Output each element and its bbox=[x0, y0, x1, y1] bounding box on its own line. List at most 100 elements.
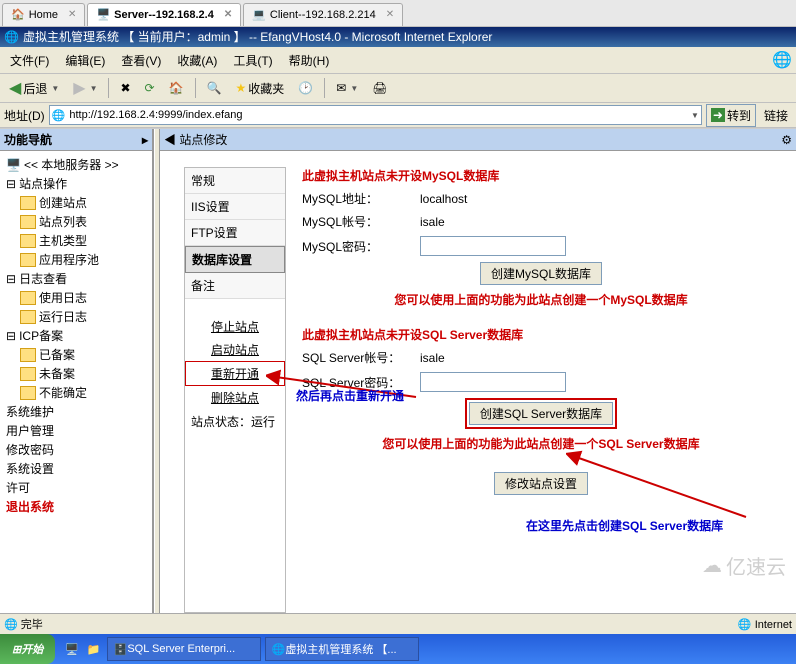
cloud-icon: ☁ bbox=[702, 553, 722, 578]
start-button[interactable]: ⊞ 开始 bbox=[0, 634, 55, 664]
refresh-button[interactable]: ⟳ bbox=[140, 78, 160, 98]
quicklaunch-icon[interactable]: 📁 bbox=[83, 643, 105, 656]
menu-tools[interactable]: 工具(T) bbox=[227, 50, 278, 71]
action-reopen-site[interactable]: 重新开通 bbox=[185, 361, 285, 386]
task-vhost[interactable]: 🌐 虚拟主机管理系统 【... bbox=[265, 637, 419, 661]
links-label[interactable]: 链接 bbox=[760, 107, 792, 124]
tree-sys-maint[interactable]: 系统维护 bbox=[2, 402, 150, 421]
tree-label: 主机类型 bbox=[39, 232, 87, 249]
home-button[interactable]: 🏠 bbox=[164, 78, 189, 98]
quicklaunch-icon[interactable]: 🖥️ bbox=[61, 643, 83, 656]
address-label: 地址(D) bbox=[4, 107, 45, 124]
forward-button[interactable]: ▶ ▼ bbox=[68, 75, 102, 101]
close-icon[interactable]: ✕ bbox=[386, 4, 394, 26]
mysql-addr-label: MySQL地址： bbox=[302, 190, 412, 207]
tree-server[interactable]: 🖥️ << 本地服务器 >> bbox=[2, 155, 150, 174]
chevron-right-icon[interactable]: ▸ bbox=[142, 133, 148, 147]
tab-ftp[interactable]: FTP设置 bbox=[185, 220, 285, 246]
print-button[interactable]: 🖨 bbox=[367, 78, 392, 98]
tree-site-list[interactable]: 站点列表 bbox=[16, 212, 150, 231]
tree-change-pwd[interactable]: 修改密码 bbox=[2, 440, 150, 459]
row-mysql-acct: MySQL帐号： isale bbox=[302, 213, 780, 230]
tree-label: ICP备案 bbox=[19, 327, 63, 344]
left-panel: 常规 IIS设置 FTP设置 数据库设置 备注 停止站点 启动站点 重新开通 删… bbox=[184, 167, 286, 613]
tree-icp[interactable]: ⊟ ICP备案 bbox=[2, 326, 150, 345]
history-button[interactable]: 🕑 bbox=[293, 78, 318, 98]
task-label: SQL Server Enterpri... bbox=[127, 643, 235, 655]
close-icon[interactable]: ✕ bbox=[224, 4, 232, 26]
tree-icp-done[interactable]: 已备案 bbox=[16, 345, 150, 364]
go-button[interactable]: ➜ 转到 bbox=[706, 104, 756, 127]
tree-label: 创建站点 bbox=[39, 194, 87, 211]
save-site-button[interactable]: 修改站点设置 bbox=[494, 472, 588, 495]
chevron-down-icon[interactable]: ▼ bbox=[51, 84, 59, 93]
action-stop-site[interactable]: 停止站点 bbox=[185, 315, 285, 338]
internet-zone-icon: 🌐 bbox=[738, 619, 752, 631]
chevron-down-icon[interactable]: ▼ bbox=[90, 84, 98, 93]
tree-label: 站点操作 bbox=[19, 175, 67, 192]
chevron-down-icon[interactable]: ▼ bbox=[691, 111, 699, 120]
search-button[interactable]: 🔍 bbox=[202, 78, 227, 98]
start-label: 开始 bbox=[21, 641, 43, 657]
ie-logo-icon: 🌐 bbox=[772, 50, 792, 70]
stop-button[interactable]: ✖ bbox=[115, 78, 135, 98]
address-input[interactable]: 🌐 http://192.168.2.4:9999/index.efang ▼ bbox=[49, 105, 702, 125]
create-mysql-button[interactable]: 创建MySQL数据库 bbox=[480, 262, 602, 285]
mail-button[interactable]: ✉▼ bbox=[331, 78, 363, 98]
tree-use-log[interactable]: 使用日志 bbox=[16, 288, 150, 307]
tree-label: 已备案 bbox=[39, 346, 75, 363]
action-start-site[interactable]: 启动站点 bbox=[185, 338, 285, 361]
main-header: ◀ 站点修改 ⚙ bbox=[160, 129, 796, 151]
favorites-button[interactable]: ★ 收藏夹 bbox=[231, 77, 290, 100]
back-button[interactable]: ◀ 后退 ▼ bbox=[4, 75, 64, 101]
gear-icon[interactable]: ⚙ bbox=[781, 133, 792, 147]
tab-notes[interactable]: 备注 bbox=[185, 273, 285, 299]
tab-client[interactable]: 💻 Client--192.168.2.214 ✕ bbox=[243, 3, 403, 26]
tree-create-site[interactable]: 创建站点 bbox=[16, 193, 150, 212]
tree-run-log[interactable]: 运行日志 bbox=[16, 307, 150, 326]
tree-user-mgmt[interactable]: 用户管理 bbox=[2, 421, 150, 440]
tab-general[interactable]: 常规 bbox=[185, 168, 285, 194]
menu-file[interactable]: 文件(F) bbox=[4, 50, 55, 71]
task-label: 虚拟主机管理系统 【... bbox=[285, 641, 396, 657]
row-mysql-create: 创建MySQL数据库 bbox=[302, 262, 780, 285]
task-sql-server[interactable]: 🗄️ SQL Server Enterpri... bbox=[107, 637, 261, 661]
star-icon: ★ bbox=[236, 81, 247, 95]
tree-icp-undone[interactable]: 未备案 bbox=[16, 364, 150, 383]
search-icon: 🔍 bbox=[207, 81, 222, 95]
row-mssql-acct: SQL Server帐号： isale bbox=[302, 349, 780, 366]
mssql-pwd-input[interactable] bbox=[420, 372, 566, 392]
tree-site-ops[interactable]: ⊟ 站点操作 bbox=[2, 174, 150, 193]
tab-server[interactable]: 🖥️ Server--192.168.2.4 ✕ bbox=[87, 3, 241, 26]
nav-header: 功能导航 ▸ bbox=[0, 129, 152, 151]
tree-exit[interactable]: 退出系统 bbox=[2, 497, 150, 516]
menu-view[interactable]: 查看(V) bbox=[115, 50, 167, 71]
watermark: ☁ 亿速云 bbox=[702, 551, 786, 580]
tree-label: 应用程序池 bbox=[39, 251, 99, 268]
close-icon[interactable]: ✕ bbox=[68, 4, 76, 26]
tree-host-types[interactable]: 主机类型 bbox=[16, 231, 150, 250]
tab-db[interactable]: 数据库设置 bbox=[185, 246, 285, 273]
menu-help[interactable]: 帮助(H) bbox=[283, 50, 336, 71]
tree-label: << 本地服务器 >> bbox=[24, 156, 119, 173]
tab-home[interactable]: 🏠 Home ✕ bbox=[2, 3, 85, 26]
chevron-down-icon[interactable]: ▼ bbox=[350, 84, 358, 93]
create-mssql-button[interactable]: 创建SQL Server数据库 bbox=[469, 402, 613, 425]
status-value: 运行 bbox=[251, 415, 275, 429]
tree-log-view[interactable]: ⊟ 日志查看 bbox=[2, 269, 150, 288]
ie-icon: 🌐 bbox=[4, 27, 19, 47]
tree-permit[interactable]: 许可 bbox=[2, 478, 150, 497]
tree-icp-unknown[interactable]: 不能确定 bbox=[16, 383, 150, 402]
menu-favorites[interactable]: 收藏(A) bbox=[171, 50, 223, 71]
window-title: 虚拟主机管理系统 【 当前用户：admin 】 -- EfangVHost4.0… bbox=[23, 27, 492, 47]
action-delete-site[interactable]: 删除站点 bbox=[185, 386, 285, 409]
back-icon: ◀ bbox=[9, 78, 21, 98]
tab-iis[interactable]: IIS设置 bbox=[185, 194, 285, 220]
tree-app-pool[interactable]: 应用程序池 bbox=[16, 250, 150, 269]
tree-sys-config[interactable]: 系统设置 bbox=[2, 459, 150, 478]
menu-edit[interactable]: 编辑(E) bbox=[59, 50, 111, 71]
right-panel: 此虚拟主机站点未开设MySQL数据库 MySQL地址： localhost My… bbox=[286, 167, 796, 613]
browser-tabs: 🏠 Home ✕ 🖥️ Server--192.168.2.4 ✕ 💻 Clie… bbox=[0, 0, 796, 27]
tab-label: Client--192.168.2.214 bbox=[270, 4, 376, 26]
mysql-pwd-input[interactable] bbox=[420, 236, 566, 256]
